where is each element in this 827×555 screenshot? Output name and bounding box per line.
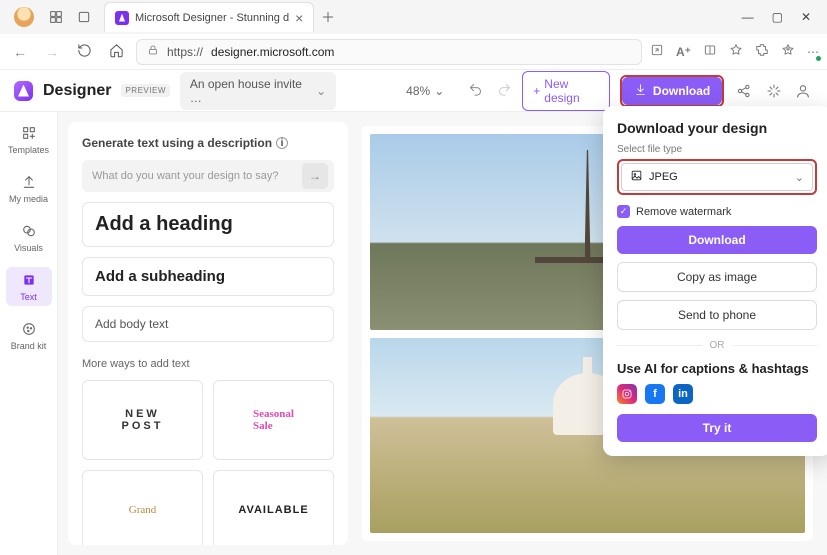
add-heading-button[interactable]: Add a heading xyxy=(82,202,334,247)
download-button-highlight: Download xyxy=(620,75,724,107)
url-input[interactable]: https:// designer.microsoft.com xyxy=(136,39,642,65)
facebook-icon[interactable]: f xyxy=(645,384,665,404)
favorite-icon[interactable] xyxy=(729,43,743,60)
instagram-icon[interactable] xyxy=(617,384,637,404)
browser-titlebar: Microsoft Designer - Stunning d × — ▢ ✕ xyxy=(0,0,827,34)
remove-watermark-checkbox[interactable]: ✓ Remove watermark xyxy=(617,205,817,218)
info-icon[interactable]: i xyxy=(276,137,288,149)
brand-name: Designer xyxy=(43,82,111,100)
url-host: designer.microsoft.com xyxy=(211,45,334,59)
or-divider: OR xyxy=(617,340,817,351)
social-icons: f in xyxy=(617,384,817,404)
try-it-button[interactable]: Try it xyxy=(617,414,817,442)
profile-avatar[interactable] xyxy=(14,7,34,27)
add-body-text-button[interactable]: Add body text xyxy=(82,306,334,342)
visuals-icon xyxy=(20,222,38,240)
generate-text-label: Generate text using a description i xyxy=(82,136,334,150)
popover-download-button[interactable]: Download xyxy=(617,226,817,254)
maximize-icon[interactable]: ▢ xyxy=(772,10,783,24)
reload-button[interactable] xyxy=(72,43,96,61)
copy-as-image-button[interactable]: Copy as image xyxy=(617,262,817,292)
zoom-control[interactable]: 48% ⌄ xyxy=(406,84,444,98)
sparkle-icon[interactable] xyxy=(764,80,784,102)
example-seasonal-sale[interactable]: SeasonalSale xyxy=(213,380,334,460)
chevron-down-icon: ⌄ xyxy=(316,84,326,98)
generate-send-button[interactable]: → xyxy=(302,163,328,189)
open-app-icon[interactable] xyxy=(650,43,664,60)
minimize-icon[interactable]: — xyxy=(742,10,754,24)
templates-icon xyxy=(20,124,38,142)
read-aloud-icon[interactable]: A⁺ xyxy=(676,45,691,59)
collections-icon[interactable] xyxy=(781,43,795,60)
workspaces-icon[interactable] xyxy=(42,3,70,31)
text-panel: Generate text using a description i What… xyxy=(68,122,348,545)
chevron-down-icon: ⌄ xyxy=(434,84,444,98)
example-grand[interactable]: Grand xyxy=(82,470,203,545)
example-new-post[interactable]: NEWPOST xyxy=(82,380,203,460)
file-type-value: JPEG xyxy=(649,171,678,183)
extensions-icon[interactable] xyxy=(755,43,769,60)
download-icon xyxy=(634,83,647,99)
my-media-icon xyxy=(20,173,38,191)
popover-title: Download your design xyxy=(617,120,817,136)
download-label: Download xyxy=(653,84,710,98)
addressbar-actions: A⁺ ⋯ xyxy=(650,43,819,60)
share-icon[interactable] xyxy=(734,80,754,102)
linkedin-icon[interactable]: in xyxy=(673,384,693,404)
lock-icon xyxy=(147,44,159,59)
new-tab-button[interactable] xyxy=(314,3,342,31)
rail-visuals[interactable]: Visuals xyxy=(6,218,52,257)
send-to-phone-button[interactable]: Send to phone xyxy=(617,300,817,330)
close-window-icon[interactable]: ✕ xyxy=(801,10,811,24)
url-protocol: https:// xyxy=(167,45,203,59)
more-ways-label: More ways to add text xyxy=(82,358,334,370)
rail-my-media[interactable]: My media xyxy=(6,169,52,208)
file-type-highlight: JPEG ⌄ xyxy=(617,159,817,195)
preview-badge: PREVIEW xyxy=(121,84,169,97)
image-icon xyxy=(630,169,643,185)
tab-actions-icon[interactable] xyxy=(70,3,98,31)
file-type-select[interactable]: JPEG ⌄ xyxy=(621,163,813,191)
chevron-down-icon: ⌄ xyxy=(795,171,804,184)
text-icon xyxy=(20,271,38,289)
window-controls: — ▢ ✕ xyxy=(742,10,821,24)
example-available[interactable]: AVAILABLE xyxy=(213,470,334,545)
browser-addressbar: ← → https:// designer.microsoft.com A⁺ ⋯ xyxy=(0,34,827,70)
tab-title: Microsoft Designer - Stunning d xyxy=(135,12,289,24)
forward-button: → xyxy=(40,44,64,60)
more-menu-icon[interactable]: ⋯ xyxy=(807,45,819,59)
designer-favicon-icon xyxy=(115,11,129,25)
generate-placeholder: What do you want your design to say? xyxy=(92,170,302,182)
checkbox-checked-icon: ✓ xyxy=(617,205,630,218)
browser-tab[interactable]: Microsoft Designer - Stunning d × xyxy=(104,2,314,32)
home-button[interactable] xyxy=(104,43,128,61)
undo-button[interactable] xyxy=(468,82,483,100)
redo-button[interactable] xyxy=(497,82,512,100)
left-rail: Templates My media Visuals Text Brand ki… xyxy=(0,112,58,555)
design-canvas[interactable]: Download your design Select file type JP… xyxy=(348,112,827,555)
add-subheading-button[interactable]: Add a subheading xyxy=(82,257,334,296)
main-content: Templates My media Visuals Text Brand ki… xyxy=(0,112,827,555)
file-type-label: Select file type xyxy=(617,144,817,155)
download-popover: Download your design Select file type JP… xyxy=(603,106,827,456)
download-button[interactable]: Download xyxy=(622,77,722,105)
rail-brand-kit[interactable]: Brand kit xyxy=(6,316,52,355)
brand-kit-icon xyxy=(20,320,38,338)
user-icon[interactable] xyxy=(793,80,813,102)
text-examples: NEWPOST SeasonalSale Grand AVAILABLE xyxy=(82,380,334,545)
project-dropdown[interactable]: An open house invite … ⌄ xyxy=(180,72,336,110)
close-tab-icon[interactable]: × xyxy=(295,10,303,26)
project-name: An open house invite … xyxy=(190,77,310,105)
rail-templates[interactable]: Templates xyxy=(6,120,52,159)
generate-text-input[interactable]: What do you want your design to say? → xyxy=(82,160,334,192)
new-design-label: New design xyxy=(544,77,599,105)
designer-logo-icon xyxy=(14,81,33,101)
split-screen-icon[interactable] xyxy=(703,43,717,60)
new-design-button[interactable]: + New design xyxy=(522,71,610,111)
plus-icon: + xyxy=(533,84,540,98)
back-button[interactable]: ← xyxy=(8,44,32,60)
zoom-value: 48% xyxy=(406,84,430,98)
rail-text[interactable]: Text xyxy=(6,267,52,306)
ai-captions-title: Use AI for captions & hashtags xyxy=(617,361,817,376)
